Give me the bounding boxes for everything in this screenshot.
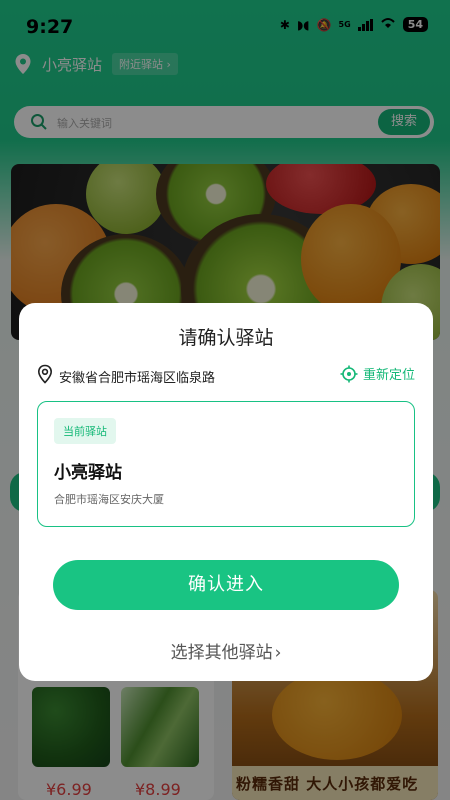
crosshair-icon: [340, 365, 358, 382]
station-name: 小亮驿站: [54, 463, 122, 483]
confirm-station-dialog: 请确认驿站 安徽省合肥市瑶海区临泉路 重新定位 当前驿站 小亮驿站 合肥市瑶海区…: [19, 303, 433, 681]
choose-other-station-link[interactable]: 选择其他驿站 ›: [19, 638, 433, 663]
current-station-card[interactable]: 当前驿站 小亮驿站 合肥市瑶海区安庆大厦: [37, 401, 415, 527]
confirm-enter-button[interactable]: 确认进入: [53, 560, 399, 610]
current-address-row: 安徽省合肥市瑶海区临泉路 重新定位: [37, 364, 415, 386]
location-pin-icon: [37, 364, 53, 384]
relocate-label: 重新定位: [362, 368, 415, 383]
dialog-title: 请确认驿站: [178, 327, 274, 349]
current-station-tag: 当前驿站: [54, 418, 116, 444]
choose-other-label: 选择其他驿站: [170, 643, 273, 663]
chevron-right-icon: ›: [274, 643, 282, 663]
relocate-button[interactable]: 重新定位: [340, 364, 415, 383]
station-address: 合肥市瑶海区安庆大厦: [54, 493, 164, 506]
current-address: 安徽省合肥市瑶海区临泉路: [59, 371, 216, 386]
